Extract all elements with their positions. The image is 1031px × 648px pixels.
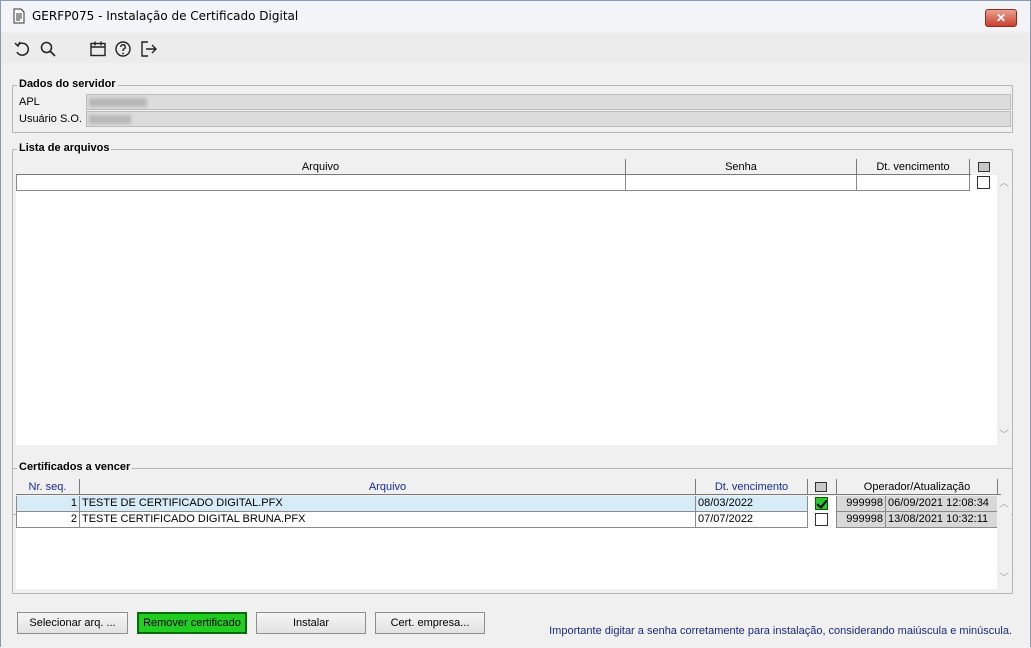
expiring-grid-body: 1 TESTE DE CERTIFICADO DIGITAL.PFX 08/03… — [16, 496, 999, 589]
updated-cell: 13/08/2021 10:32:11 — [886, 512, 999, 528]
col-nr-seq[interactable]: Nr. seq. — [16, 479, 80, 495]
date-input[interactable] — [857, 175, 970, 191]
col-senha[interactable]: Senha — [626, 159, 857, 175]
calendar-icon[interactable] — [89, 40, 107, 58]
updated-cell: 06/09/2021 12:08:34 — [886, 496, 999, 512]
main-content: Dados do servidor APL Usuário S.O. Lista… — [1, 63, 1030, 648]
col-arquivo[interactable]: Arquivo — [80, 479, 696, 495]
select-all-checkbox[interactable] — [978, 162, 990, 172]
search-icon[interactable] — [39, 40, 57, 58]
window-title: GERFP075 - Instalação de Certificado Dig… — [32, 9, 299, 23]
files-grid-body — [16, 175, 999, 445]
row-checkbox[interactable] — [977, 176, 990, 189]
select-file-button[interactable]: Selecionar arq. ... — [17, 612, 128, 634]
install-button[interactable]: Instalar — [256, 612, 366, 634]
apl-label: APL — [19, 96, 40, 108]
scroll-down-icon[interactable]: ﹀ — [999, 431, 1009, 441]
redacted-value — [89, 115, 131, 124]
document-icon — [13, 8, 25, 24]
scroll-down-icon[interactable]: ﹀ — [999, 574, 1009, 584]
undo-icon[interactable] — [13, 40, 31, 58]
files-group: Lista de arquivos Arquivo Senha Dt. venc… — [12, 142, 1013, 515]
exit-icon[interactable] — [140, 40, 158, 58]
files-legend: Lista de arquivos — [17, 142, 112, 154]
date-cell: 07/07/2022 — [696, 512, 808, 528]
col-dt-vencimento[interactable]: Dt. vencimento — [696, 479, 808, 495]
apl-field — [86, 94, 1011, 110]
file-cell: TESTE CERTIFICADO DIGITAL BRUNA.PFX — [80, 512, 696, 528]
files-grid-header: Arquivo Senha Dt. vencimento — [16, 159, 990, 175]
company-certificate-button[interactable]: Cert. empresa... — [375, 612, 485, 634]
app-window: GERFP075 - Instalação de Certificado Dig… — [0, 0, 1031, 648]
select-all-checkbox[interactable] — [815, 482, 827, 492]
user-label: Usuário S.O. — [19, 113, 82, 125]
toolbar — [1, 33, 1030, 63]
title-bar: GERFP075 - Instalação de Certificado Dig… — [1, 1, 1030, 31]
help-icon[interactable] — [114, 40, 132, 58]
date-cell: 08/03/2022 — [696, 496, 808, 512]
operator-cell: 999998 — [836, 496, 886, 512]
password-input[interactable] — [626, 175, 857, 191]
expiring-scrollbar[interactable]: ︿ ﹀ — [997, 496, 1011, 589]
scroll-up-icon[interactable]: ︿ — [999, 500, 1009, 510]
col-arquivo[interactable]: Arquivo — [16, 159, 626, 175]
expiring-legend: Certificados a vencer — [17, 461, 133, 473]
remove-certificate-button[interactable]: Remover certificado — [137, 612, 247, 634]
col-operador[interactable]: Operador/Atualização — [836, 479, 998, 495]
file-input[interactable] — [16, 175, 626, 191]
redacted-value — [89, 98, 147, 107]
row-checkbox[interactable] — [815, 513, 828, 526]
operator-cell: 999998 — [836, 512, 886, 528]
hint-text: Importante digitar a senha corretamente … — [549, 625, 1012, 637]
close-button[interactable]: ✕ — [985, 9, 1017, 27]
server-legend: Dados do servidor — [17, 78, 118, 90]
file-cell: TESTE DE CERTIFICADO DIGITAL.PFX — [80, 496, 696, 512]
col-dt-vencimento[interactable]: Dt. vencimento — [857, 159, 970, 175]
seq-cell: 1 — [16, 496, 80, 512]
expiring-grid-header: Nr. seq. Arquivo Dt. vencimento Operador… — [16, 479, 1001, 495]
user-field — [86, 111, 1011, 127]
expiring-group: Certificados a vencer Nr. seq. Arquivo D… — [12, 461, 1013, 594]
files-scrollbar[interactable]: ︿ ﹀ — [997, 175, 1011, 445]
server-group: Dados do servidor APL Usuário S.O. — [12, 78, 1013, 133]
seq-cell: 2 — [16, 512, 80, 528]
row-checkbox-checked[interactable] — [815, 497, 828, 510]
scroll-up-icon[interactable]: ︿ — [999, 179, 1009, 189]
